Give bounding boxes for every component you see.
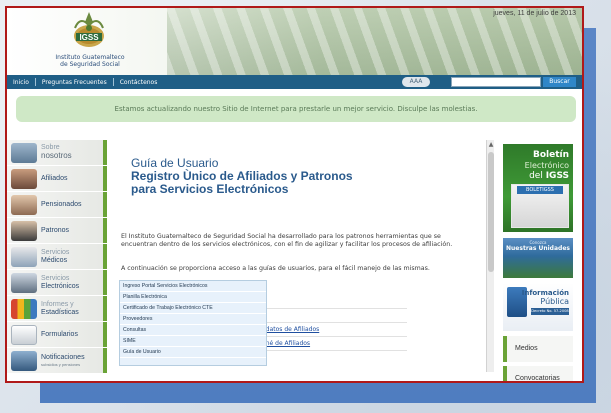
building-icon [11,142,37,163]
submenu-item-certificado[interactable]: Certificado de Trabajo Electrónico CTE [120,303,266,314]
nav-contactenos[interactable]: Contáctenos [114,79,164,86]
search-input[interactable] [451,77,541,87]
sidebar-item-label: Informes y Estadísticas [41,300,79,316]
boletin-title: Boletín [532,150,569,160]
guides-paragraph: A continuación se proporciona acceso a l… [121,265,430,272]
sidebar-item-formularios[interactable]: Formularios [7,322,107,348]
content-scrollbar[interactable]: ▲ [486,140,494,372]
sidebar-item-label: Formularios [41,330,78,338]
left-sidebar: Sobre nosotros Afiliados Pensionados Patr… [7,140,107,374]
submenu-item-proveedores[interactable]: Proveedores [120,314,266,325]
logo-wordmark-text: IGSS [79,33,99,42]
nav-preguntas-frecuentes[interactable]: Preguntas Frecuentes [36,79,113,86]
guide-link-datos-afiliados[interactable]: ón de datos de Afiliados [247,323,407,337]
submenu-item-ingreso-portal[interactable]: Ingreso Portal Servicios Electrónicos [120,281,266,292]
boletin-subtitle: Electrónico [524,161,569,170]
logo-wordmark: IGSS [79,33,99,42]
sidebar-item-label: Afiliados [41,174,68,182]
sidebar-item-sobre-nosotros[interactable]: Sobre nosotros [7,140,107,166]
laptop-icon [11,272,37,293]
notification-envelope-icon [11,350,37,371]
right-column: Boletín Electrónico del IGSS BOLETIGSS C… [499,140,579,381]
intro-paragraph: El Instituto Guatemalteco de Seguridad S… [121,233,453,248]
sidebar-item-afiliados[interactable]: Afiliados [7,166,107,192]
sidebar-item-informes-estadisticas[interactable]: Informes y Estadísticas [7,296,107,322]
businessman-icon [11,220,37,241]
igss-logo[interactable]: IGSS Instituto Guatemalteco de Seguridad… [35,10,145,74]
org-name-line1: Instituto Guatemalteco [55,54,125,61]
elderly-couple-icon [11,194,37,215]
guide-link-carne-afiliados[interactable]: de carné de Afiliados [247,337,407,351]
doctor-icon [11,246,37,267]
sidebar-item-label: Notificaciones subsidios y pensiones [41,354,85,367]
servicios-electronicos-submenu: Ingreso Portal Servicios Electrónicos Pl… [119,280,267,366]
sidebar-item-servicios-electronicos[interactable]: Servicios Electrónicos [7,270,107,296]
convocatorias-button[interactable]: Convocatorias [503,366,573,381]
top-nav-bar: Inicio Preguntas Frecuentes Contáctenos … [7,75,582,89]
info-publica-decree: Decreto No. 57-2008 [531,308,569,315]
info-publica-subtitle: Pública [540,297,569,306]
info-publica-title: Información [521,289,569,297]
org-name: Instituto Guatemalteco de Seguridad Soci… [35,54,145,68]
boletin-cover-tag: BOLETIGSS [517,186,563,194]
header-pattern [167,8,582,75]
nav-inicio[interactable]: Inicio [7,79,35,86]
boletin-banner[interactable]: Boletín Electrónico del IGSS BOLETIGSS [503,144,573,232]
page-title: Guía de Usuario Registro Ùnico de Afilia… [131,157,471,196]
search-button[interactable]: Buscar [543,77,576,87]
sidebar-item-notificaciones[interactable]: Notificaciones subsidios y pensiones [7,348,107,374]
page-title-line3: para Servicios Electrónicos [131,182,289,196]
font-size-toggle[interactable]: AAA [402,77,430,87]
sidebar-item-patronos[interactable]: Patronos [7,218,107,244]
scroll-thumb[interactable] [488,152,494,272]
informacion-publica-banner[interactable]: Información Pública Decreto No. 57-2008 [503,283,573,331]
medios-button[interactable]: Medios [503,336,573,362]
guide-links: ón de datos de Afiliados de carné de Afi… [247,295,407,365]
submenu-item-planilla[interactable]: Planilla Electrónica [120,292,266,303]
documents-icon [11,324,37,345]
sidebar-item-label: Servicios Médicos [41,248,70,264]
maintenance-notice: Estamos actualizando nuestro Sitio de In… [16,96,576,122]
people-icon [11,168,37,189]
submenu-item-guia-usuario[interactable]: Guía de Usuario [120,347,266,358]
org-name-line2: de Seguridad Social [60,61,120,68]
bar-chart-icon [11,298,37,319]
sidebar-item-label: Patronos [41,226,70,234]
submenu-item-sime[interactable]: SIME [120,336,266,347]
scroll-up-arrow-icon[interactable]: ▲ [487,140,495,149]
boletin-igss: del IGSS [529,171,569,181]
guide-link[interactable] [247,309,407,323]
sidebar-item-label: Sobre nosotros [41,144,72,160]
sidebar-item-label: Pensionados [41,200,82,208]
site-header: IGSS Instituto Guatemalteco de Seguridad… [7,8,582,75]
unidades-title: Nuestras Unidades [506,245,570,252]
browser-screenshot-frame: IGSS Instituto Guatemalteco de Seguridad… [5,6,584,383]
sidebar-item-label: Servicios Electrónicos [41,274,80,290]
sidebar-item-pensionados[interactable]: Pensionados [7,192,107,218]
submenu-item-consultas[interactable]: Consultas [120,325,266,336]
guide-link[interactable] [247,295,407,309]
current-date: jueves, 11 de julio de 2013 [493,10,576,17]
nuestras-unidades-banner[interactable]: Conozca Nuestras Unidades [503,238,573,278]
sidebar-item-servicios-medicos[interactable]: Servicios Médicos [7,244,107,270]
